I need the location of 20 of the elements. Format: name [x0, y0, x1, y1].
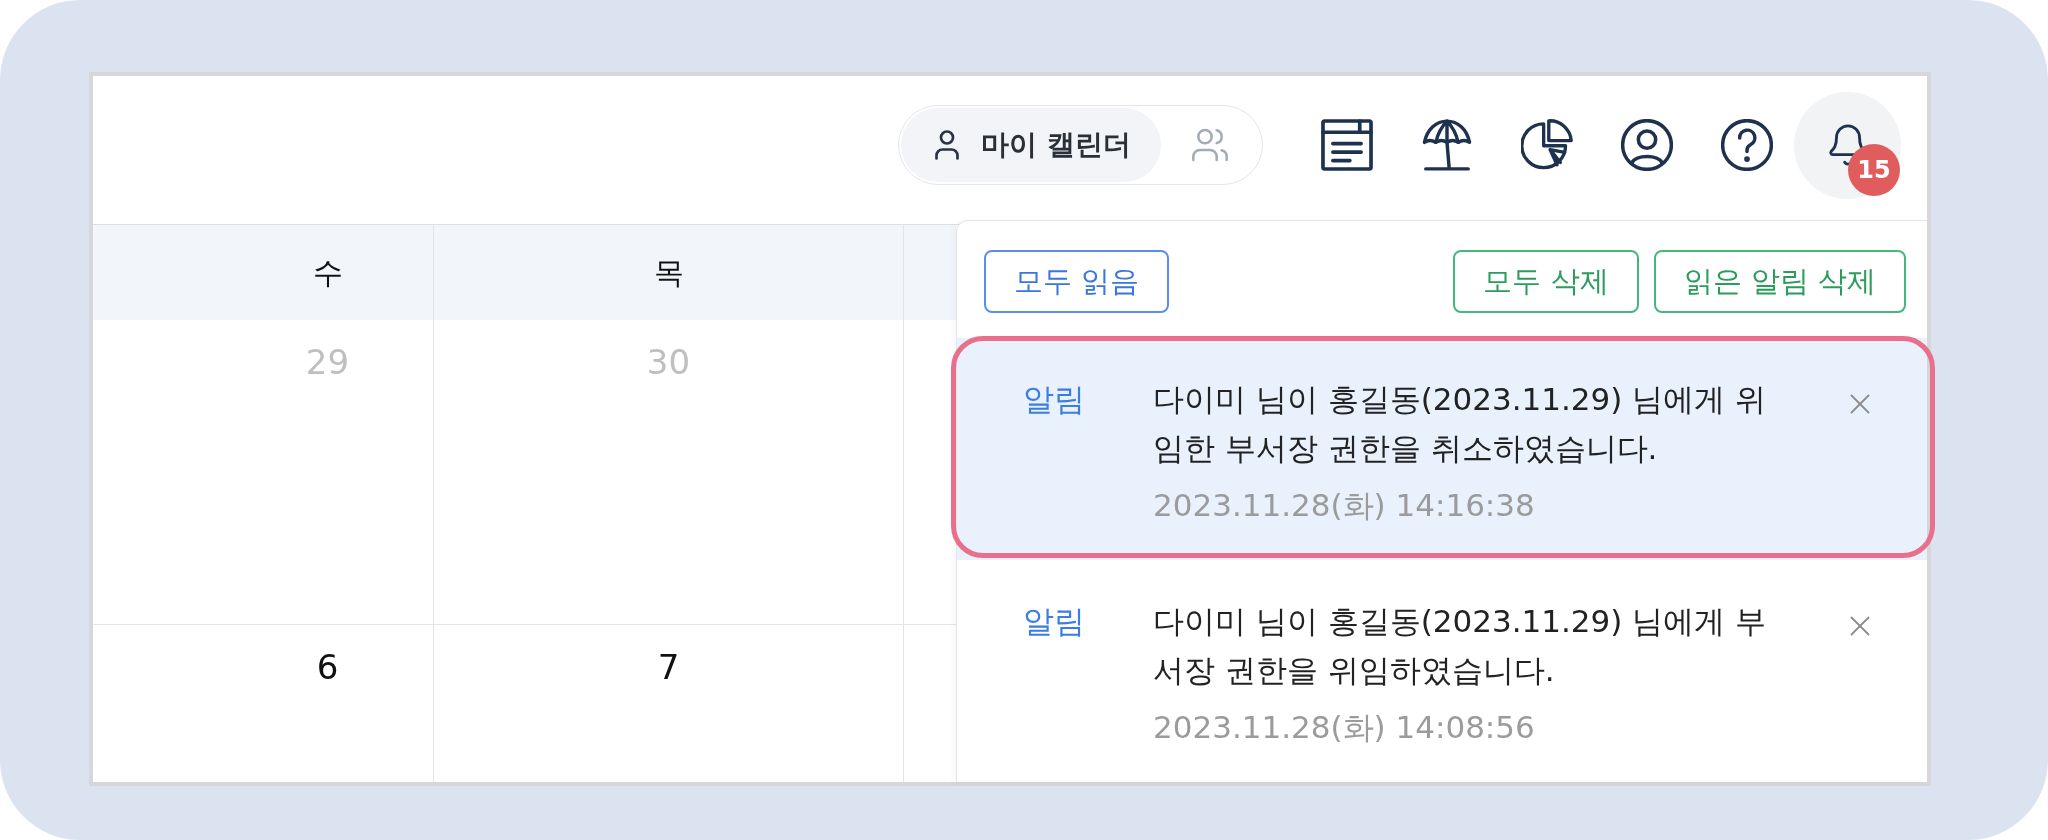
delete-button[interactable]: 읽은 알림 삭제	[1653, 250, 1906, 313]
notifications-button[interactable]: 15	[1794, 91, 1901, 199]
day-number[interactable]: 7	[657, 647, 680, 687]
notification-time: 2023.11.28(화) 14:08:56	[1153, 708, 1535, 747]
mark-all-read-button[interactable]: 모두 읽음	[984, 250, 1170, 313]
weekday-label: 수	[312, 253, 343, 292]
notification-message: 다이미 님이 홍길동(2023.11.29) 님에게 부서장 권한을 위임하였습니다.	[1153, 602, 1768, 690]
notification-message: 다이미 님이 홍길동(2023.11.29) 님에게 위임한 부서장 권한을 취소하였습니다.	[1153, 380, 1768, 468]
notification-time: 2023.11.28(화) 14:16:38	[1153, 486, 1535, 525]
notification-category: 알림	[1023, 380, 1085, 419]
notification-count-badge: 15	[1848, 143, 1900, 196]
notification-category: 알림	[1023, 602, 1085, 641]
day-number[interactable]: 6	[316, 647, 339, 687]
weekday-label: 목	[653, 253, 684, 292]
delete-button[interactable]: 모두 삭제	[1453, 250, 1639, 313]
my-calendar-tab[interactable]: 마이 캘린더	[901, 108, 1161, 182]
help-icon[interactable]	[1721, 119, 1773, 171]
pie-chart-icon[interactable]	[1521, 119, 1573, 171]
document-list-icon[interactable]	[1321, 119, 1373, 171]
beach-umbrella-icon[interactable]	[1421, 119, 1473, 171]
